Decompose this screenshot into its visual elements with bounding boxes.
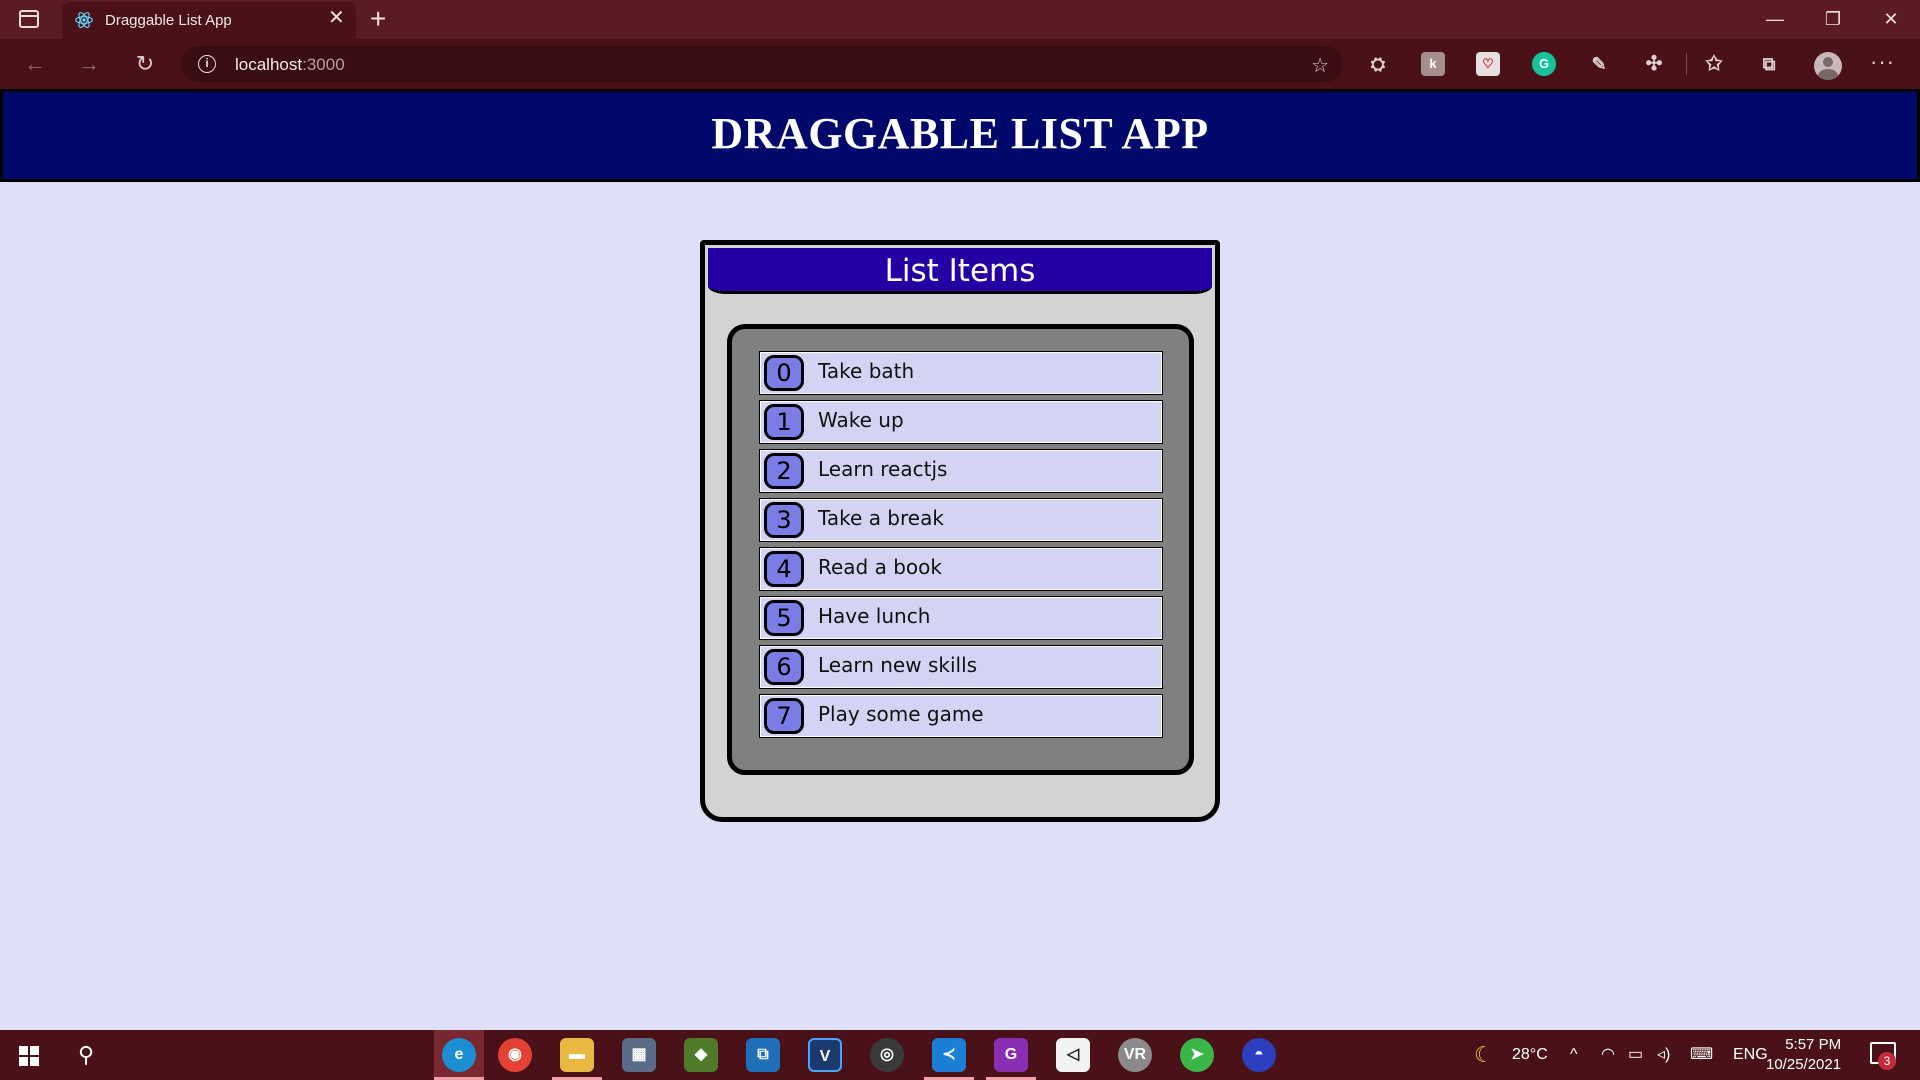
obs-app-icon[interactable]: ◎ [870,1038,904,1072]
list-card-header: List Items [708,248,1212,294]
add-favorite-icon[interactable]: ☆ [1311,53,1329,78]
item-index-badge: 6 [764,649,804,685]
item-index-badge: 2 [764,453,804,489]
unity-app-icon[interactable]: ◁ [1056,1038,1090,1072]
item-label: Play some game [818,702,984,726]
pocket-extension-icon[interactable]: ♡ [1476,52,1500,76]
list-card: List Items 0 Take bath 1 Wake up 2 Learn… [700,240,1220,822]
temperature[interactable]: 28°C [1512,1030,1548,1080]
show-hidden-icons[interactable]: ^ [1570,1030,1578,1080]
remote-desktop-icon[interactable]: ⧉ [746,1038,780,1072]
list-item[interactable]: 6 Learn new skills [759,645,1163,689]
list-item[interactable]: 3 Take a break [759,498,1163,542]
item-label: Learn new skills [818,653,978,677]
restore-button[interactable]: ❐ [1804,0,1862,39]
list-card-title: List Items [884,253,1036,289]
list-item[interactable]: 2 Learn reactjs [759,449,1163,493]
grammarly-extension-icon[interactable]: G [1532,52,1556,76]
list-item[interactable]: 7 Play some game [759,694,1163,738]
list-item[interactable]: 5 Have lunch [759,596,1163,640]
browser-tab[interactable]: Draggable List App ✕ [62,2,356,39]
notification-count-badge: 3 [1878,1052,1896,1070]
telegram-like-app-icon[interactable]: ➤ [1180,1038,1214,1072]
clock-date: 10/25/2021 [1766,1056,1842,1073]
forward-button[interactable]: → [74,49,104,79]
item-index-badge: 5 [764,600,804,636]
battery-icon[interactable]: ▭ [1628,1030,1643,1080]
edge-app-icon[interactable]: e [442,1038,476,1072]
vscode-app-icon[interactable]: ≺ [932,1038,966,1072]
item-label: Read a book [818,555,942,579]
extension-k-icon[interactable]: k [1421,52,1445,76]
file-explorer-icon[interactable]: ▬ [560,1038,594,1072]
tab-actions-icon[interactable] [19,10,39,28]
system-clock[interactable]: 5:57 PM 10/25/2021 [1766,1035,1841,1075]
site-info-icon[interactable]: i [198,55,216,73]
weather-icon[interactable]: ☾ [1474,1030,1494,1080]
url-text[interactable]: localhost:3000 [235,55,345,75]
list-item[interactable]: 4 Read a book [759,547,1163,591]
volume-icon[interactable]: ◃) [1657,1030,1670,1080]
keyboard-icon[interactable]: ⌨ [1690,1030,1713,1080]
search-icon[interactable]: ⚲ [78,1042,94,1068]
vivado-app-icon[interactable]: V [808,1038,842,1072]
input-language[interactable]: ENG [1733,1030,1768,1080]
chrome-app-icon[interactable]: ◉ [498,1038,532,1072]
vr-app-icon[interactable]: VR [1118,1038,1152,1072]
address-bar[interactable]: i localhost:3000 ☆ [181,46,1343,82]
calculator-app-icon[interactable]: ▦ [622,1038,656,1072]
browser-tab-bar: Draggable List App ✕ + — ❐ ✕ [0,0,1920,39]
close-window-button[interactable]: ✕ [1862,0,1920,39]
network-icon[interactable]: ◠ [1601,1030,1615,1080]
item-index-badge: 0 [764,355,804,391]
color-picker-extension-icon[interactable]: ✎ [1587,52,1611,76]
page-header: DRAGGABLE LIST APP [0,89,1920,182]
favorites-icon[interactable]: ✩ [1702,52,1726,76]
minimize-button[interactable]: — [1746,0,1804,39]
page-title: DRAGGABLE LIST APP [711,109,1209,158]
item-label: Learn reactjs [818,457,948,481]
list-item[interactable]: 0 Take bath [759,351,1163,395]
item-index-badge: 7 [764,698,804,734]
collections-icon[interactable]: ⧉ [1757,52,1781,76]
list-item[interactable]: 1 Wake up [759,400,1163,444]
settings-menu-icon[interactable]: ··· [1870,49,1895,75]
item-label: Take a break [818,506,944,530]
tab-close-icon[interactable]: ✕ [328,8,345,28]
browser-toolbar: ← → ↻ i localhost:3000 ☆ ⛭ k ♡ G ✎ ✣ ✩ ⧉… [0,39,1920,89]
item-index-badge: 1 [764,404,804,440]
item-label: Take bath [818,359,915,383]
windows-start-icon[interactable] [19,1046,39,1066]
tab-title: Draggable List App [105,12,232,29]
draggable-list: 0 Take bath 1 Wake up 2 Learn reactjs 3 … [727,324,1194,775]
clock-time: 5:57 PM [1785,1036,1842,1053]
refresh-button[interactable]: ↻ [130,49,160,79]
item-index-badge: 3 [764,502,804,538]
item-label: Wake up [818,408,904,432]
item-index-badge: 4 [764,551,804,587]
back-button[interactable]: ← [20,49,50,79]
gamepad-extension-icon[interactable]: ⛭ [1366,52,1390,76]
github-desktop-icon[interactable]: G [994,1038,1028,1072]
headset-app-icon[interactable]: ◓ [1242,1038,1276,1072]
item-label: Have lunch [818,604,931,628]
url-port: :3000 [302,55,345,74]
windows-taskbar: ⚲ e ◉ ▬ ▦ ◆ ⧉ V ◎ ≺ G ◁ VR ➤ ◓ ☾ 28°C ^ … [0,1030,1920,1080]
url-host: localhost [235,55,303,74]
new-tab-button[interactable]: + [370,2,386,36]
minecraft-app-icon[interactable]: ◆ [684,1038,718,1072]
react-logo-icon [75,12,93,28]
toolbar-divider [1686,53,1687,75]
profile-avatar[interactable] [1814,52,1842,80]
extensions-puzzle-icon[interactable]: ✣ [1642,52,1666,76]
